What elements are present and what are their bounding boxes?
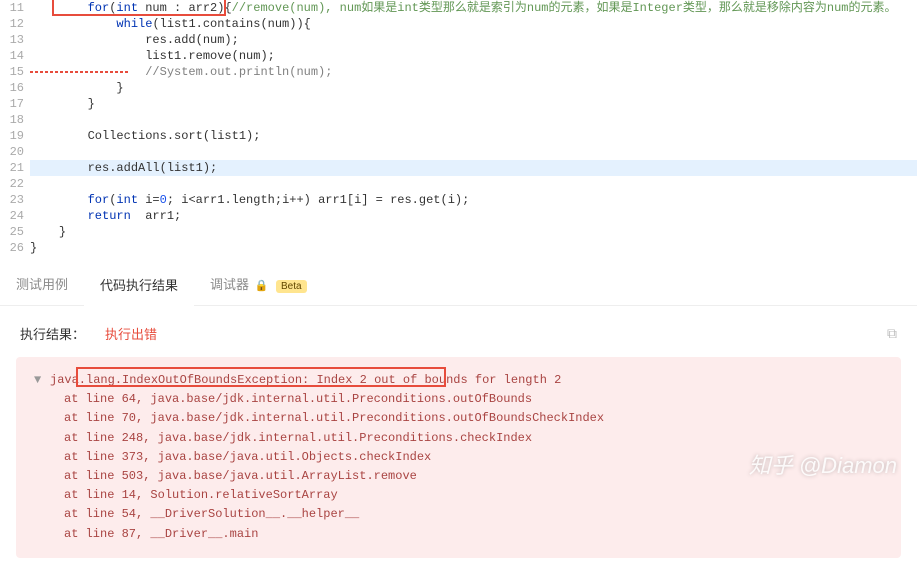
beta-badge: Beta (276, 280, 307, 293)
stack-frame: at line 503, java.base/java.util.ArrayLi… (64, 467, 883, 486)
code-line[interactable]: for(int num : arr2){//remove(num), num如果… (30, 0, 917, 16)
stack-frame: at line 373, java.base/java.util.Objects… (64, 448, 883, 467)
stack-frame: at line 87, __Driver__.main (64, 525, 883, 544)
stack-frame: at line 248, java.base/jdk.internal.util… (64, 429, 883, 448)
code-line[interactable]: res.addAll(list1); (30, 160, 917, 176)
stack-frame: at line 14, Solution.relativeSortArray (64, 486, 883, 505)
result-label: 执行结果： (20, 324, 85, 343)
code-line[interactable]: list1.remove(num); (30, 48, 917, 64)
code-line[interactable] (30, 176, 917, 192)
stack-frame: at line 64, java.base/jdk.internal.util.… (64, 390, 883, 409)
code-line[interactable]: while(list1.contains(num)){ (30, 16, 917, 32)
stack-frame: at line 70, java.base/jdk.internal.util.… (64, 409, 883, 428)
tab-testcases[interactable]: 测试用例 (0, 264, 84, 305)
tab-debugger[interactable]: 调试器 🔒 Beta (194, 264, 323, 305)
copy-icon[interactable]: ⧉ (887, 325, 897, 342)
code-line[interactable] (30, 144, 917, 160)
code-line[interactable]: //System.out.println(num); (30, 64, 917, 80)
tab-result[interactable]: 代码执行结果 (84, 265, 194, 306)
tab-debugger-label: 调试器 (210, 277, 249, 292)
error-head-boxed: lang.IndexOutOfBoundsException: Index 2 … (86, 373, 561, 387)
stack-trace: at line 64, java.base/jdk.internal.util.… (34, 390, 883, 544)
code-line[interactable]: } (30, 96, 917, 112)
code-line[interactable]: } (30, 240, 917, 256)
error-wavy-underline (30, 71, 130, 73)
code-line[interactable]: } (30, 224, 917, 240)
code-area[interactable]: for(int num : arr2){//remove(num), num如果… (30, 0, 917, 256)
code-line[interactable]: } (30, 80, 917, 96)
code-line[interactable]: res.add(num); (30, 32, 917, 48)
code-line[interactable]: Collections.sort(list1); (30, 128, 917, 144)
code-line[interactable]: return arr1; (30, 208, 917, 224)
result-status: 执行出错 (105, 324, 157, 343)
collapse-arrow-icon[interactable]: ▼ (34, 371, 44, 390)
code-editor[interactable]: 11121314151617181920212223242526 for(int… (0, 0, 917, 256)
result-header: 执行结果： 执行出错 ⧉ (0, 306, 917, 353)
line-gutter: 11121314151617181920212223242526 (0, 0, 30, 256)
code-line[interactable] (30, 112, 917, 128)
error-headline: ▼ java.lang.IndexOutOfBoundsException: In… (34, 371, 883, 390)
code-line[interactable]: for(int i=0; i<arr1.length;i++) arr1[i] … (30, 192, 917, 208)
error-head-prefix: java. (50, 373, 86, 387)
stack-frame: at line 54, __DriverSolution__.__helper_… (64, 505, 883, 524)
lock-icon: 🔒 (255, 280, 269, 292)
result-tabs: 测试用例 代码执行结果 调试器 🔒 Beta (0, 264, 917, 306)
error-panel[interactable]: ▼ java.lang.IndexOutOfBoundsException: In… (16, 357, 901, 558)
